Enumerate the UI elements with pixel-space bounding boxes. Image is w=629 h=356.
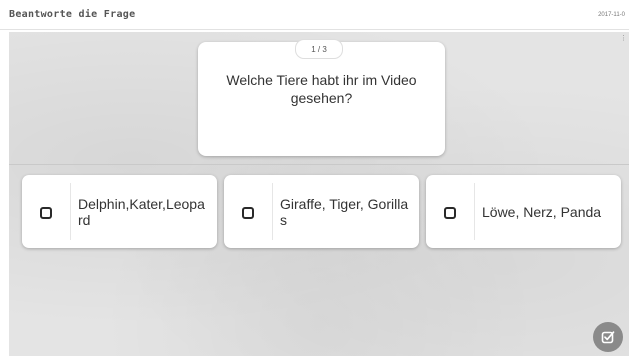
question-text: Welche Tiere habt ihr im Video gesehen? <box>226 72 417 106</box>
divider <box>9 164 629 165</box>
quiz-stage: ⋮ 1 / 3 Welche Tiere habt ihr im Video g… <box>9 32 629 356</box>
answer-option-1[interactable]: Delphin,Kater,Leopard <box>22 175 217 248</box>
answer-label: Löwe, Nerz, Panda <box>482 203 602 220</box>
page-title: Beantworte die Frage <box>9 9 136 20</box>
checkbox[interactable] <box>242 207 254 219</box>
checkbox-area <box>224 183 273 240</box>
checkbox-area <box>22 183 71 240</box>
answer-option-2[interactable]: Giraffe, Tiger, Gorillas <box>224 175 419 248</box>
checkbox-area <box>426 183 475 240</box>
question-card: 1 / 3 Welche Tiere habt ihr im Video ges… <box>198 39 445 156</box>
answer-label: Delphin,Kater,Leopard <box>78 195 205 228</box>
answer-label: Giraffe, Tiger, Gorillas <box>280 195 409 228</box>
check-square-icon <box>601 331 615 344</box>
header-bar: Beantworte die Frage 2017-11-0 <box>0 0 629 30</box>
submit-button[interactable] <box>593 322 623 352</box>
checkbox[interactable] <box>40 207 52 219</box>
answer-option-3[interactable]: Löwe, Nerz, Panda <box>426 175 621 248</box>
date-label: 2017-11-0 <box>598 12 625 18</box>
question-counter: 1 / 3 <box>295 39 343 59</box>
checkbox[interactable] <box>444 207 456 219</box>
more-icon: ⋮ <box>620 35 627 42</box>
